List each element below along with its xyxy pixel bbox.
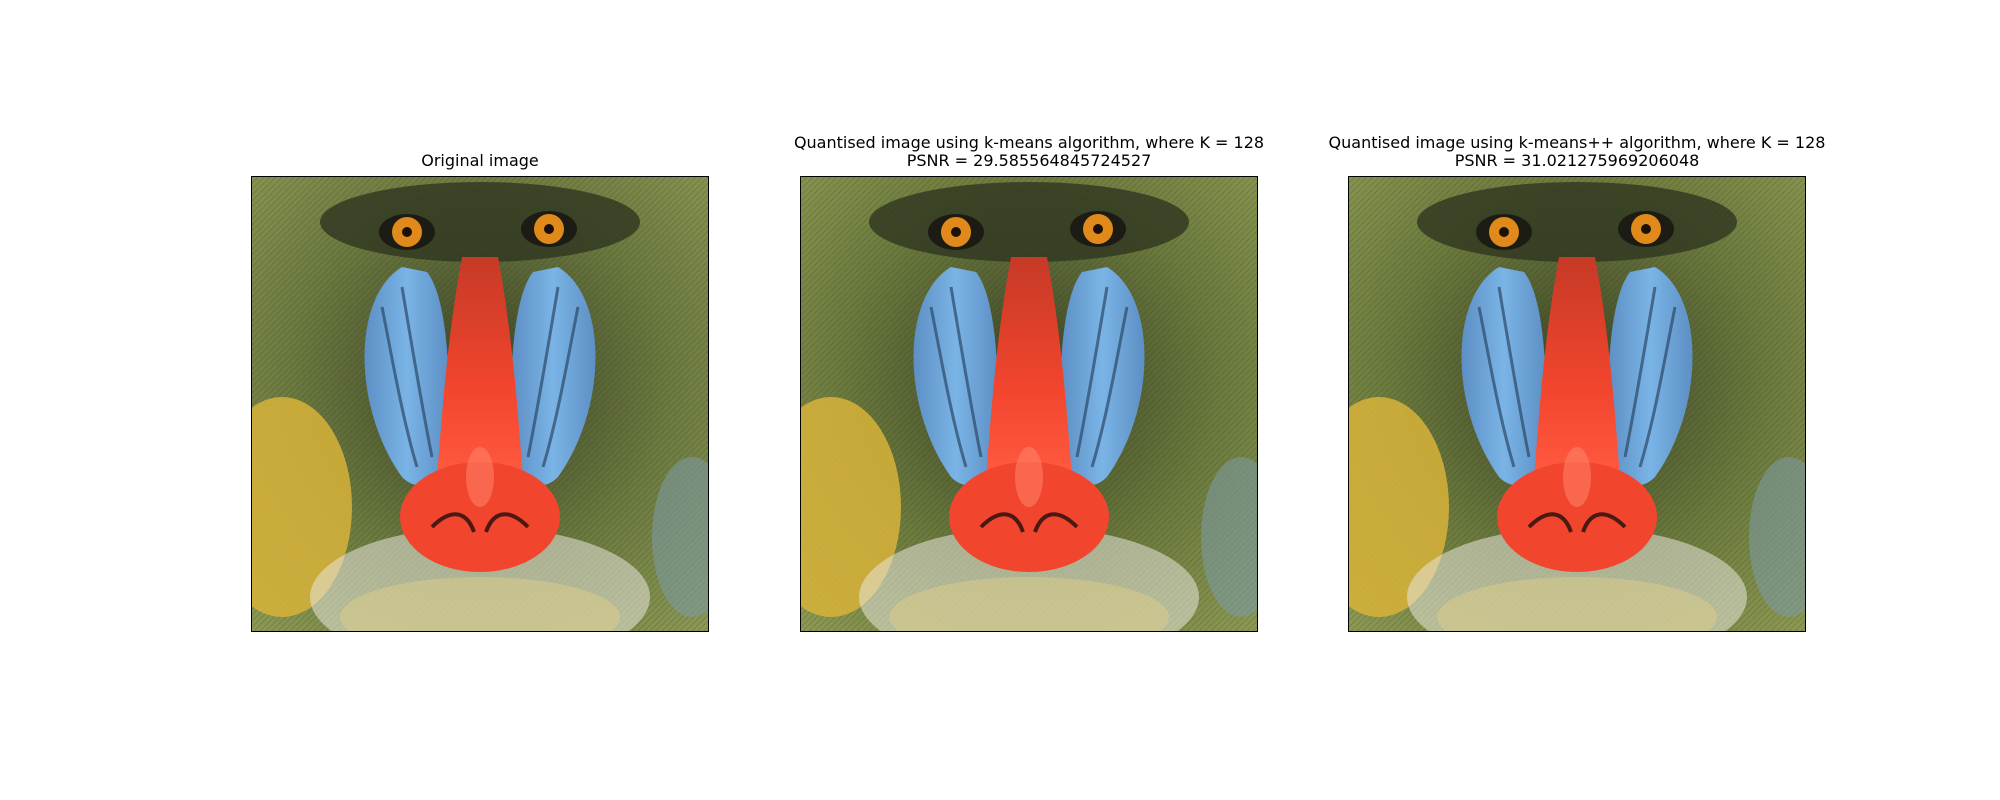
image-frame bbox=[800, 176, 1258, 632]
panel-kmeanspp: Quantised image using k-means++ algorith… bbox=[1329, 134, 1825, 632]
panel-title: Quantised image using k-means++ algorith… bbox=[1248, 134, 1906, 170]
mandrill-image bbox=[1349, 177, 1805, 631]
panel-title-text: Original image bbox=[421, 151, 539, 170]
psnr-label: PSNR = 31.021275969206048 bbox=[1454, 151, 1700, 170]
panel-original: Original image bbox=[251, 152, 709, 632]
panel-kmeans: Quantised image using k-means algorithm,… bbox=[794, 134, 1264, 632]
image-frame bbox=[1348, 176, 1806, 632]
image-frame bbox=[251, 176, 709, 632]
psnr-label: PSNR = 29.585564845724527 bbox=[906, 151, 1152, 170]
mandrill-image bbox=[252, 177, 708, 631]
panel-title-text: Quantised image using k-means algorithm,… bbox=[793, 133, 1265, 152]
mandrill-image bbox=[801, 177, 1257, 631]
panel-title-text: Quantised image using k-means++ algorith… bbox=[1328, 133, 1826, 152]
